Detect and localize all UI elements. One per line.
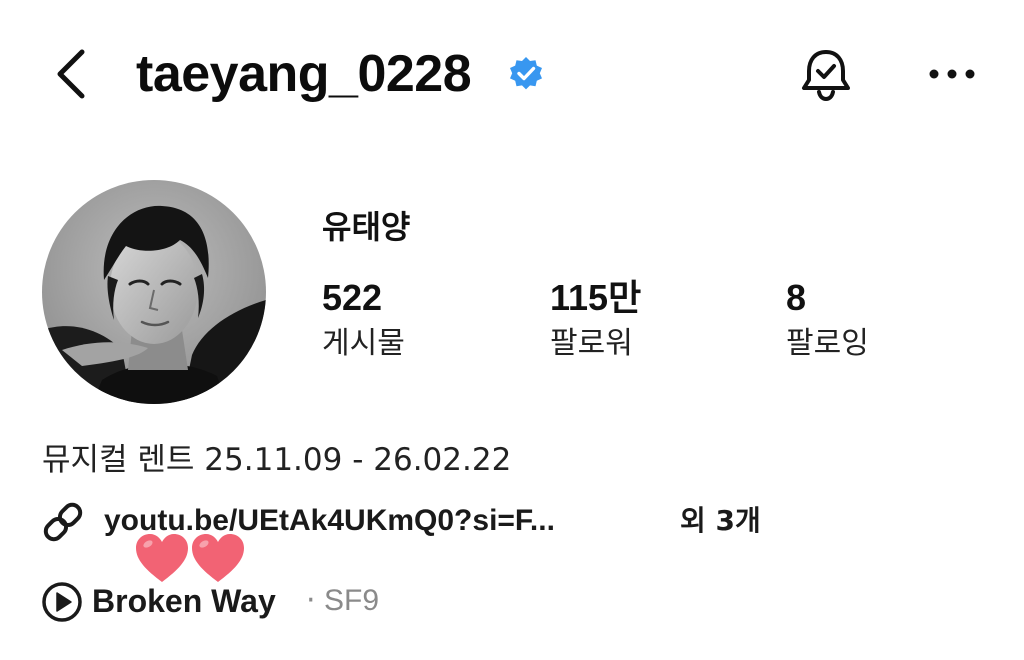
more-horizontal-icon bbox=[929, 69, 975, 79]
play-circle-icon bbox=[42, 582, 82, 622]
music-separator: · bbox=[306, 583, 316, 618]
stat-following[interactable]: 8 팔로잉 bbox=[786, 276, 869, 364]
stat-following-label: 팔로잉 bbox=[786, 326, 869, 361]
stat-posts-label: 게시물 bbox=[322, 326, 405, 361]
profile-avatar[interactable] bbox=[42, 180, 266, 404]
verified-badge-icon bbox=[508, 56, 544, 92]
stat-followers[interactable]: 115만 팔로워 bbox=[550, 276, 641, 364]
profile-bio: 뮤지컬 렌트 25.11.09 - 26.02.22 bbox=[42, 442, 512, 478]
profile-header: taeyang_0228 bbox=[0, 0, 1024, 150]
link-icon bbox=[43, 502, 83, 542]
bell-check-icon bbox=[802, 50, 850, 102]
stat-followers-label: 팔로워 bbox=[550, 326, 633, 361]
back-button[interactable] bbox=[46, 44, 102, 104]
music-title: Broken Way bbox=[92, 583, 276, 619]
profile-photo bbox=[42, 180, 266, 404]
chevron-left-icon bbox=[57, 49, 85, 99]
stat-following-value: 8 bbox=[786, 277, 807, 318]
more-options-button[interactable] bbox=[920, 44, 984, 104]
music-artist: SF9 bbox=[324, 584, 380, 617]
notifications-button[interactable] bbox=[796, 44, 856, 104]
profile-link-more[interactable]: 외 3개 bbox=[680, 500, 761, 542]
stat-followers-value: 115만 bbox=[550, 277, 642, 318]
profile-username: taeyang_0228 bbox=[136, 45, 472, 103]
stat-posts-value: 522 bbox=[322, 277, 383, 318]
stat-posts[interactable]: 522 게시물 bbox=[322, 276, 405, 364]
profile-display-name: 유태양 bbox=[322, 208, 411, 246]
